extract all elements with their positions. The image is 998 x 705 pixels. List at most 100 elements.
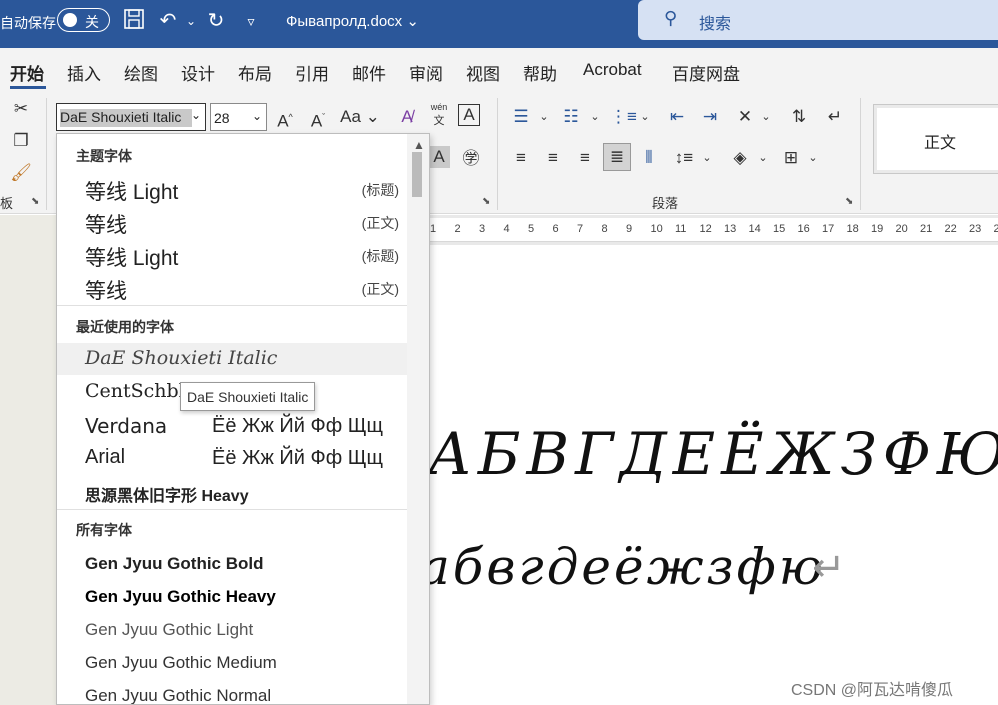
- change-case-icon[interactable]: Aa ⌄: [340, 104, 380, 130]
- grow-font-icon[interactable]: A^: [272, 104, 298, 131]
- tab-help[interactable]: 帮助: [523, 60, 557, 85]
- tab-acrobat[interactable]: Acrobat: [583, 60, 642, 80]
- distributed-icon[interactable]: ⫴: [636, 145, 662, 171]
- tab-view[interactable]: 视图: [466, 60, 500, 85]
- shrink-font-icon[interactable]: Aˇ: [305, 104, 331, 131]
- redo-icon[interactable]: ↻: [203, 8, 229, 34]
- style-normal-label: 正文: [924, 135, 957, 152]
- font-item-sample: Ёё Жж Йй Фф Щщ: [212, 415, 383, 437]
- chevron-down-icon[interactable]: ⌄: [753, 104, 779, 130]
- ruler-mark: 20: [895, 223, 908, 235]
- font-dropdown[interactable]: 主题字体 等线 Light (标题) 等线 (正文) 等线 Light (标题)…: [56, 133, 430, 705]
- clipboard-launcher-icon[interactable]: ⬊: [31, 196, 39, 207]
- decrease-indent-icon[interactable]: ⇤: [664, 104, 690, 130]
- chevron-down-icon[interactable]: ⌄: [632, 104, 658, 130]
- ruler-mark: 10: [650, 223, 663, 235]
- ruler-mark: 6: [552, 223, 559, 235]
- chevron-down-icon[interactable]: ⌄: [191, 108, 201, 122]
- font-item-recent[interactable]: 思源黑体旧字形 Heavy: [57, 478, 407, 510]
- paragraph-launcher-icon[interactable]: ⬊: [845, 196, 853, 207]
- enclose-characters-icon[interactable]: ㊫: [458, 146, 484, 172]
- align-center-icon[interactable]: ≡: [540, 145, 566, 171]
- justify-icon[interactable]: ≣: [603, 143, 631, 171]
- font-item-name: 等线: [85, 214, 127, 237]
- ruler-mark: 19: [871, 223, 884, 235]
- horizontal-ruler[interactable]: 123456789101112131415161718192021222324: [430, 218, 998, 242]
- font-item-theme-heading[interactable]: 等线 Light (标题): [57, 172, 407, 204]
- font-item-recent[interactable]: DaE Shouxieti Italic: [57, 343, 407, 375]
- document-text-lowercase[interactable]: абвгдеёжзфю: [420, 538, 826, 596]
- style-normal[interactable]: 正文: [873, 104, 998, 174]
- font-item-name: Gen Jyuu Gothic Light: [85, 620, 254, 639]
- chevron-down-icon[interactable]: ⌄: [800, 145, 826, 171]
- font-item-theme-body-ea[interactable]: 等线 (正文): [57, 271, 407, 303]
- search-icon: ⚲: [664, 8, 678, 28]
- font-size-combo[interactable]: 28 ⌄: [210, 103, 267, 131]
- align-right-icon[interactable]: ≡: [572, 145, 598, 171]
- font-item[interactable]: Gen Jyuu Gothic Light: [57, 614, 407, 646]
- ruler-mark: 8: [601, 223, 608, 235]
- font-name-value[interactable]: DaE Shouxieti Italic: [60, 109, 192, 127]
- chevron-down-icon[interactable]: ⌄: [750, 145, 776, 171]
- tab-baidu-netdisk[interactable]: 百度网盘: [672, 60, 740, 85]
- tab-review[interactable]: 审阅: [409, 60, 443, 85]
- search-box[interactable]: ⚲ 搜索: [638, 0, 998, 40]
- chevron-down-icon[interactable]: ⌄: [582, 104, 608, 130]
- font-item-name: 等线 Light: [85, 247, 179, 270]
- phonetic-guide-icon[interactable]: wén 文: [426, 100, 452, 127]
- undo-dropdown-icon[interactable]: ⌄: [178, 8, 204, 34]
- font-launcher-icon[interactable]: ⬊: [482, 196, 490, 207]
- dropdown-scrollbar[interactable]: ▲: [407, 134, 429, 704]
- tab-home[interactable]: 开始: [10, 60, 44, 85]
- font-item[interactable]: Gen Jyuu Gothic Heavy: [57, 581, 407, 613]
- chevron-down-icon[interactable]: ⌄: [694, 145, 720, 171]
- character-border-icon[interactable]: A: [458, 104, 480, 126]
- dropdown-divider: [57, 509, 407, 510]
- font-item[interactable]: Gen Jyuu Gothic Bold: [57, 548, 407, 580]
- format-painter-icon[interactable]: 🖌: [8, 160, 34, 186]
- font-item-name: Arial: [85, 446, 126, 468]
- font-item-theme-body[interactable]: 等线 (正文): [57, 205, 407, 237]
- ruler-mark: 11: [675, 223, 687, 235]
- tab-mailings[interactable]: 邮件: [352, 60, 386, 85]
- chevron-down-icon[interactable]: ⌄: [252, 109, 262, 123]
- save-icon[interactable]: [121, 8, 147, 34]
- font-size-value[interactable]: 28: [214, 110, 230, 126]
- tab-layout[interactable]: 布局: [238, 60, 272, 85]
- sort-icon[interactable]: ⇅: [786, 104, 812, 130]
- increase-indent-icon[interactable]: ⇥: [697, 104, 723, 130]
- font-item-name: CentSchbl: [85, 380, 185, 402]
- ribbon-tabs: 开始 插入 绘图 设计 布局 引用 邮件 审阅 视图 帮助 Acrobat 百度…: [0, 48, 998, 90]
- font-name-combo[interactable]: DaE Shouxieti Italic ⌄: [56, 103, 206, 131]
- chevron-down-icon[interactable]: ⌄: [531, 104, 557, 130]
- autosave-label: 自动保存: [0, 15, 56, 31]
- document-title[interactable]: Фывапролд.docx ⌄: [286, 12, 419, 30]
- font-item-recent[interactable]: Arial Ёё Жж Йй Фф Щщ: [57, 442, 407, 474]
- tab-draw[interactable]: 绘图: [124, 60, 158, 85]
- tab-references[interactable]: 引用: [295, 60, 329, 85]
- navigation-pane: [0, 215, 56, 705]
- ruler-mark: 12: [699, 223, 712, 235]
- cut-icon[interactable]: ✂: [8, 96, 34, 122]
- clear-formatting-icon[interactable]: A̸: [394, 104, 420, 130]
- copy-icon[interactable]: ❐: [8, 128, 34, 154]
- document-text-uppercase[interactable]: АБВГДЕЁЖЗФЮ: [428, 420, 998, 488]
- align-left-icon[interactable]: ≡: [508, 145, 534, 171]
- customize-toolbar-icon[interactable]: ▿: [238, 8, 264, 34]
- character-shading-icon[interactable]: A: [428, 146, 450, 168]
- font-item-recent[interactable]: Verdana Ёё Жж Йй Фф Щщ: [57, 410, 407, 442]
- ruler-mark: 22: [944, 223, 957, 235]
- show-formatting-marks-icon[interactable]: ↵: [822, 104, 848, 130]
- dropdown-divider: [57, 305, 407, 306]
- font-item-theme-heading-ea[interactable]: 等线 Light (标题): [57, 238, 407, 270]
- scroll-thumb[interactable]: [412, 152, 422, 197]
- ruler-mark: 14: [748, 223, 761, 235]
- scroll-up-icon[interactable]: ▲: [413, 138, 425, 152]
- numbering-icon[interactable]: ☷: [558, 104, 584, 130]
- font-item[interactable]: Gen Jyuu Gothic Medium: [57, 647, 407, 679]
- tab-insert[interactable]: 插入: [67, 60, 101, 85]
- ruler-mark: 24: [993, 223, 998, 235]
- autosave-toggle[interactable]: 关: [57, 8, 110, 32]
- tab-design[interactable]: 设计: [181, 60, 215, 85]
- font-item[interactable]: Gen Jyuu Gothic Normal: [57, 680, 407, 704]
